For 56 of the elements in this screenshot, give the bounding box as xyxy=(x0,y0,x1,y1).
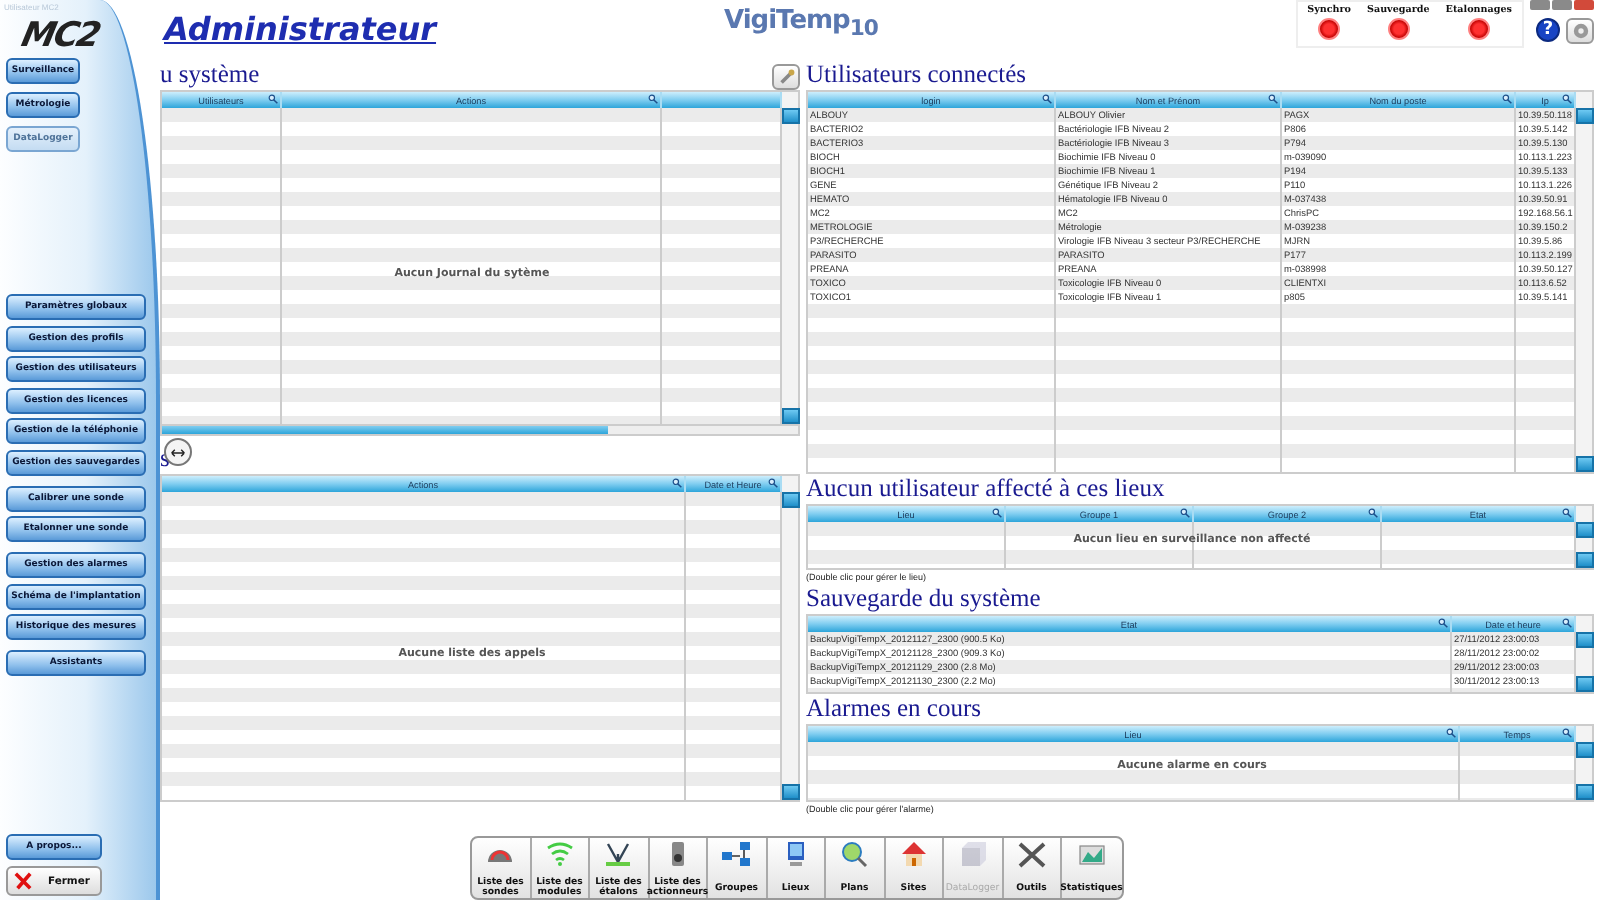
collapse-handle[interactable] xyxy=(164,438,192,466)
search-icon xyxy=(1180,508,1190,518)
scrollbar[interactable] xyxy=(782,476,798,800)
scrollbar[interactable] xyxy=(1576,726,1592,800)
scroll-up-button[interactable] xyxy=(1576,632,1594,648)
logo: MC2 xyxy=(17,18,105,56)
scroll-up-button[interactable] xyxy=(1576,522,1594,538)
search-icon xyxy=(648,94,658,104)
section-title: Alarmes en cours xyxy=(806,694,983,724)
scrollbar[interactable] xyxy=(782,92,798,424)
scroll-up-button[interactable] xyxy=(1576,742,1594,758)
close-icon xyxy=(14,872,32,890)
search-icon xyxy=(268,94,278,104)
scroll-down-button[interactable] xyxy=(1576,456,1594,472)
product-logo: VigiTemp$_{10}$ xyxy=(724,4,878,46)
wifi-icon xyxy=(543,840,576,868)
search-icon xyxy=(1438,618,1448,628)
pen-icon xyxy=(777,68,795,86)
page-title: Administrateur xyxy=(164,10,440,48)
section-title: u système xyxy=(160,60,260,90)
section-title: Utilisateurs connectés xyxy=(806,60,1029,90)
search-icon xyxy=(1368,508,1378,518)
horizontal-scrollbar[interactable] xyxy=(160,426,800,436)
scrollbar[interactable] xyxy=(1576,92,1592,472)
scroll-down-button[interactable] xyxy=(782,408,800,424)
scroll-up-button[interactable] xyxy=(1576,108,1594,124)
scroll-down-button[interactable] xyxy=(1576,552,1594,568)
search-icon xyxy=(1268,94,1278,104)
scroll-up-button[interactable] xyxy=(782,108,800,124)
scroll-down-button[interactable] xyxy=(1576,784,1594,800)
search-icon xyxy=(1562,94,1572,104)
network-icon xyxy=(720,840,753,868)
chart-icon xyxy=(1075,840,1108,868)
search-icon xyxy=(768,478,778,488)
scroll-down-button[interactable] xyxy=(1576,676,1594,692)
tool-button[interactable] xyxy=(772,64,800,90)
search-icon xyxy=(992,508,1002,518)
search-icon xyxy=(1562,618,1572,628)
help-button[interactable]: ? xyxy=(1536,18,1560,42)
scroll-down-button[interactable] xyxy=(782,784,800,800)
search-icon xyxy=(1562,728,1572,738)
cube-icon xyxy=(956,840,989,868)
search-icon xyxy=(1446,728,1456,738)
scrollbar[interactable] xyxy=(1576,616,1592,692)
scrollbar[interactable] xyxy=(1576,506,1592,568)
house-icon xyxy=(897,840,930,868)
options-button[interactable] xyxy=(1566,18,1594,44)
search-icon xyxy=(1562,508,1572,518)
disc-icon xyxy=(1571,22,1589,40)
scroll-up-button[interactable] xyxy=(782,492,800,508)
section-title: Aucun utilisateur affecté à ces lieux xyxy=(806,474,1167,504)
search-icon xyxy=(1042,94,1052,104)
search-icon xyxy=(672,478,682,488)
section-title: Sauvegarde du système xyxy=(806,584,1043,614)
double-arrow-icon xyxy=(170,447,186,457)
search-icon xyxy=(1502,94,1512,104)
